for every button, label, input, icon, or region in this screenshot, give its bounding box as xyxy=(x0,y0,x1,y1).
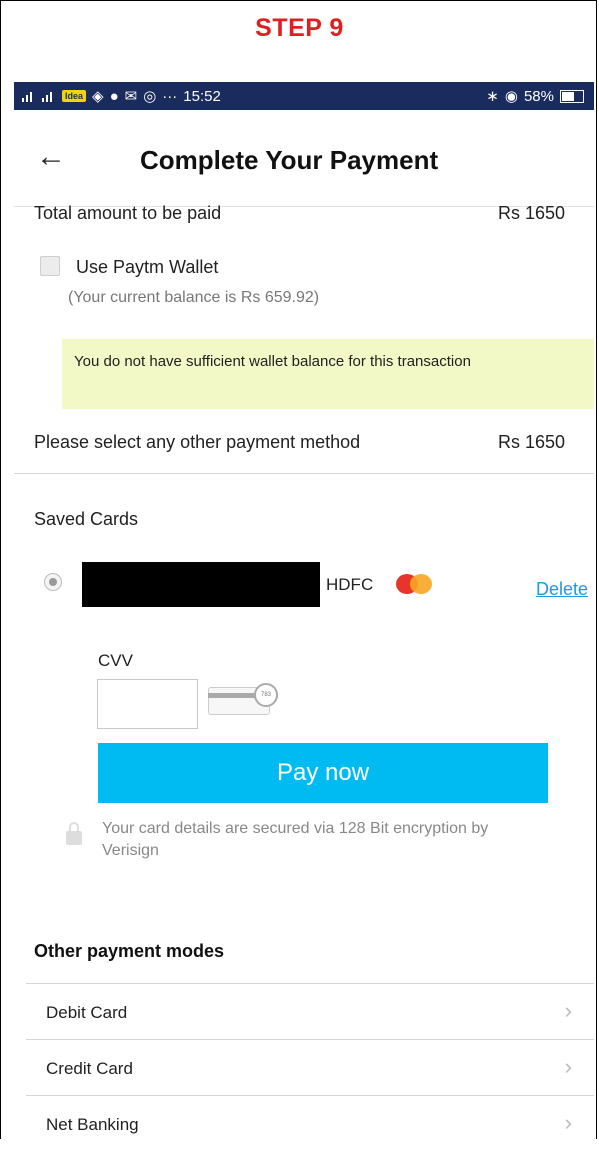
chevron-right-icon: › xyxy=(564,1110,572,1135)
overflow-dots: ··· xyxy=(162,87,178,105)
paytm-wallet-label: Use Paytm Wallet xyxy=(76,257,219,277)
page-title: Complete Your Payment xyxy=(140,145,439,175)
other-payment-modes-heading: Other payment modes xyxy=(34,941,225,961)
cvv-label: CVV xyxy=(98,651,133,670)
back-arrow-icon[interactable]: ← xyxy=(36,140,66,174)
cvv-hint-code: 783 xyxy=(254,683,278,707)
card-bank-name: HDFC xyxy=(326,575,374,594)
chevron-right-icon: › xyxy=(564,1054,572,1079)
status-bar-left: Idea ◈ ● ✉ ◎ ··· 15:52 xyxy=(22,87,221,105)
mail-icon: ✉ xyxy=(124,88,138,105)
signal-icon xyxy=(42,90,56,102)
status-bar: Idea ◈ ● ✉ ◎ ··· 15:52 ∗ ◉ 58% xyxy=(14,82,594,110)
total-amount-value: Rs 1650 xyxy=(498,203,566,223)
redacted-card-number xyxy=(82,562,320,607)
paytm-wallet-checkbox[interactable] xyxy=(40,256,60,276)
payment-mode-credit-card[interactable]: Credit Card › xyxy=(26,1039,594,1096)
cvv-hint-icon: 783 xyxy=(208,683,278,715)
app-bar: ← Complete Your Payment xyxy=(14,110,594,207)
payment-mode-label: Debit Card xyxy=(46,1003,128,1022)
total-amount-label: Total amount to be paid xyxy=(34,203,222,223)
battery-icon xyxy=(560,89,584,103)
status-time: 15:52 xyxy=(183,87,221,105)
wallet-warning: You do not have sufficient wallet balanc… xyxy=(62,339,594,409)
saved-cards-heading: Saved Cards xyxy=(34,509,139,529)
payment-mode-label: Net Banking xyxy=(46,1115,139,1134)
step-label: STEP 9 xyxy=(255,14,344,42)
pay-now-button[interactable]: Pay now xyxy=(98,743,548,803)
wifi-icon: ◈ xyxy=(92,88,104,105)
battery-percent: 58% xyxy=(523,87,554,105)
saved-card-radio[interactable] xyxy=(44,573,62,591)
divider xyxy=(14,473,594,474)
status-bar-right: ∗ ◉ 58% xyxy=(486,87,584,105)
mastercard-icon xyxy=(396,574,434,594)
other-method-value: Rs 1650 xyxy=(498,432,566,452)
chevron-right-icon: › xyxy=(564,998,572,1023)
other-method-label: Please select any other payment method xyxy=(34,432,361,452)
eye-icon: ◉ xyxy=(504,88,518,105)
payment-mode-debit-card[interactable]: Debit Card › xyxy=(26,983,594,1040)
delete-card-link[interactable]: Delete xyxy=(536,579,588,600)
cvv-input[interactable] xyxy=(97,679,198,729)
payment-mode-net-banking[interactable]: Net Banking › xyxy=(26,1095,594,1152)
notification-icon: ● xyxy=(109,87,119,105)
lock-icon xyxy=(66,822,82,846)
message-icon: ◎ xyxy=(143,88,157,105)
wallet-balance-text: (Your current balance is Rs 659.92) xyxy=(68,289,320,306)
secure-note: Your card details are secured via 128 Bi… xyxy=(102,820,489,859)
signal-icon xyxy=(22,90,36,102)
carrier-badge: Idea xyxy=(62,90,87,102)
bluetooth-icon: ∗ xyxy=(486,88,499,105)
payment-mode-label: Credit Card xyxy=(46,1059,133,1078)
